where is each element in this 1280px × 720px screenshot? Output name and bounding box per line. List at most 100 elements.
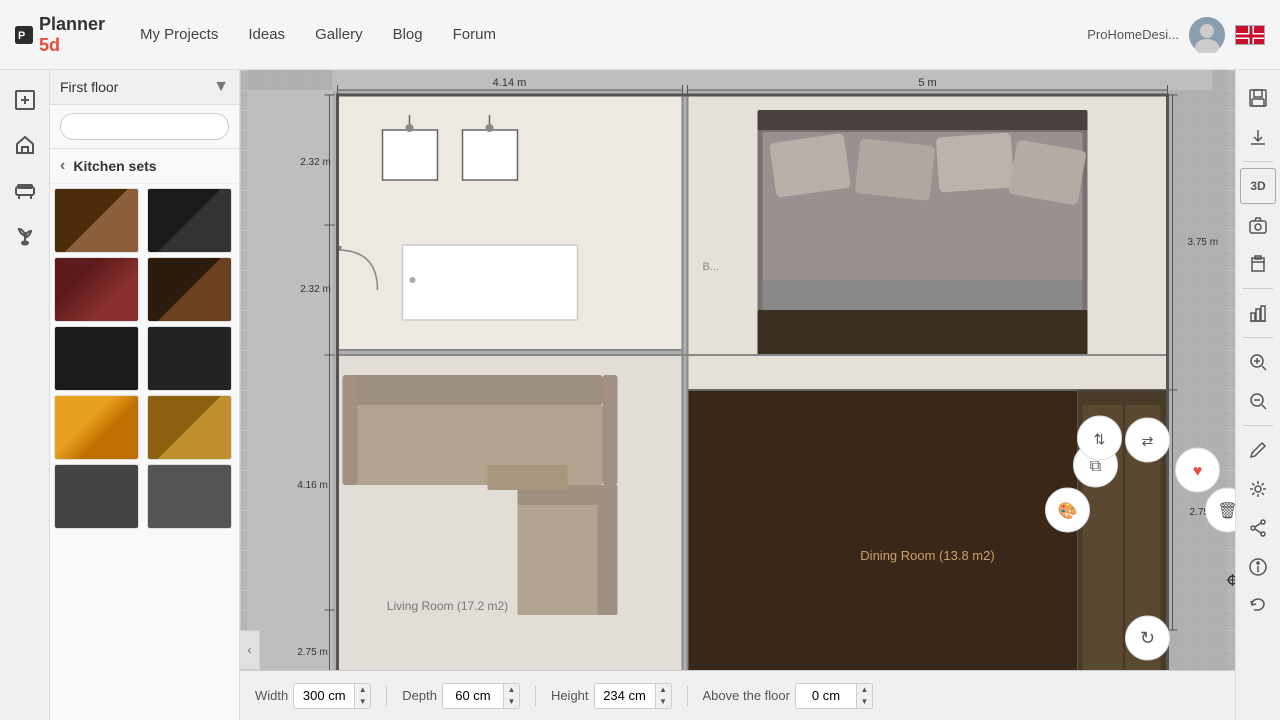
panel-collapse-button[interactable]: ‹ — [240, 630, 260, 670]
chart-button[interactable] — [1240, 295, 1276, 331]
save-button[interactable] — [1240, 80, 1276, 116]
left-panel: First floor ▼ ‹ Kitchen sets — [50, 70, 240, 720]
svg-text:🗑: 🗑 — [1217, 502, 1235, 520]
settings-button[interactable] — [1240, 471, 1276, 507]
floor-input-wrap: ▲ ▼ — [795, 683, 873, 709]
depth-down-spinner[interactable]: ▼ — [503, 696, 519, 708]
new-project-button[interactable] — [5, 80, 45, 120]
undo-button[interactable] — [1240, 588, 1276, 624]
svg-text:3.75 m: 3.75 m — [1188, 237, 1219, 248]
height-up-spinner[interactable]: ▲ — [655, 684, 671, 696]
depth-field: Depth ▲ ▼ — [402, 683, 520, 709]
left-toolbar — [0, 70, 50, 720]
list-item[interactable] — [147, 188, 232, 253]
svg-text:2.32 m: 2.32 m — [300, 157, 331, 168]
height-input-wrap: ▲ ▼ — [594, 683, 672, 709]
canvas-area[interactable]: 4.14 m 5 m B... 3.75 m 2 — [240, 70, 1235, 720]
furniture-button[interactable] — [5, 170, 45, 210]
depth-label: Depth — [402, 688, 437, 703]
svg-text:4.16 m: 4.16 m — [297, 480, 328, 491]
toolbar-separator — [1243, 161, 1273, 162]
list-item[interactable] — [54, 188, 139, 253]
home-button[interactable] — [5, 125, 45, 165]
svg-text:⇅: ⇅ — [1094, 431, 1106, 447]
list-item[interactable] — [147, 326, 232, 391]
favorite-button: ♥ — [1176, 448, 1220, 492]
width-input-wrap: ▲ ▼ — [293, 683, 371, 709]
download-button[interactable] — [1240, 119, 1276, 155]
nav-gallery[interactable]: Gallery — [315, 26, 363, 43]
width-spinners: ▲ ▼ — [354, 684, 370, 708]
separator-3 — [687, 686, 688, 706]
height-field: Height ▲ ▼ — [551, 683, 672, 709]
zoom-out-button[interactable] — [1240, 383, 1276, 419]
svg-text:4.14 m: 4.14 m — [493, 77, 527, 89]
flip-h-button: ⇄ — [1126, 418, 1170, 462]
list-item[interactable] — [54, 326, 139, 391]
floor-selector[interactable]: First floor ▼ — [50, 70, 239, 105]
height-input[interactable] — [595, 684, 655, 707]
avatar[interactable] — [1189, 17, 1225, 53]
main-nav: My Projects Ideas Gallery Blog Forum — [120, 26, 1087, 43]
depth-spinners: ▲ ▼ — [503, 684, 519, 708]
width-input[interactable] — [294, 684, 354, 707]
items-grid — [50, 184, 239, 533]
paint-button: 🎨 — [1046, 488, 1090, 532]
user-name[interactable]: ProHomeDesi... — [1087, 27, 1179, 42]
list-item[interactable] — [54, 464, 139, 529]
search-box — [50, 105, 239, 149]
floor-down-spinner[interactable]: ▼ — [856, 696, 872, 708]
width-field: Width ▲ ▼ — [255, 683, 371, 709]
bottom-bar: Width ▲ ▼ Depth ▲ ▼ Height ▲ ▼ — [240, 670, 1235, 720]
list-item[interactable] — [147, 395, 232, 460]
height-label: Height — [551, 688, 589, 703]
svg-text:⇄: ⇄ — [1142, 433, 1154, 449]
toolbar-separator-4 — [1243, 425, 1273, 426]
toolbar-separator-2 — [1243, 288, 1273, 289]
depth-input[interactable] — [443, 684, 503, 707]
floor-distance-input[interactable] — [796, 684, 856, 707]
svg-text:🎨: 🎨 — [1058, 501, 1078, 520]
3d-view-button[interactable]: 3D — [1240, 168, 1276, 204]
logo[interactable]: P Planner 5d — [0, 14, 120, 56]
floor-distance-field: Above the floor ▲ ▼ — [703, 683, 873, 709]
search-input[interactable] — [60, 113, 229, 140]
width-down-spinner[interactable]: ▼ — [354, 696, 370, 708]
nav-ideas[interactable]: Ideas — [248, 26, 285, 43]
print-button[interactable] — [1240, 246, 1276, 282]
height-down-spinner[interactable]: ▼ — [655, 696, 671, 708]
camera-button[interactable] — [1240, 207, 1276, 243]
toolbar-separator-3 — [1243, 337, 1273, 338]
svg-text:2.32 m: 2.32 m — [300, 284, 331, 295]
floor-spinners: ▲ ▼ — [856, 684, 872, 708]
share-button[interactable] — [1240, 510, 1276, 546]
svg-text:B...: B... — [703, 261, 720, 273]
nav-blog[interactable]: Blog — [393, 26, 423, 43]
width-up-spinner[interactable]: ▲ — [354, 684, 370, 696]
list-item[interactable] — [147, 464, 232, 529]
separator-2 — [535, 686, 536, 706]
depth-up-spinner[interactable]: ▲ — [503, 684, 519, 696]
info-button[interactable] — [1240, 549, 1276, 585]
nav-my-projects[interactable]: My Projects — [140, 26, 218, 43]
floor-label: First floor — [60, 79, 208, 95]
category-header[interactable]: ‹ Kitchen sets — [50, 149, 239, 184]
list-item[interactable] — [54, 257, 139, 322]
svg-text:↻: ↻ — [1140, 628, 1155, 648]
zoom-in-button[interactable] — [1240, 344, 1276, 380]
width-label: Width — [255, 688, 288, 703]
category-label: Kitchen sets — [73, 158, 156, 174]
svg-text:5 m: 5 m — [918, 77, 936, 89]
floor-up-spinner[interactable]: ▲ — [856, 684, 872, 696]
svg-text:♥: ♥ — [1193, 463, 1203, 480]
back-arrow-icon[interactable]: ‹ — [60, 157, 65, 175]
plants-button[interactable] — [5, 215, 45, 255]
list-item[interactable] — [147, 257, 232, 322]
flip-v-button: ⇅ — [1078, 416, 1122, 460]
top-nav: P Planner 5d My Projects Ideas Gallery B… — [0, 0, 1280, 70]
svg-text:Living Room (17.2 m2): Living Room (17.2 m2) — [387, 599, 508, 613]
language-flag[interactable] — [1235, 25, 1265, 45]
edit-button[interactable] — [1240, 432, 1276, 468]
nav-forum[interactable]: Forum — [453, 26, 496, 43]
list-item[interactable] — [54, 395, 139, 460]
